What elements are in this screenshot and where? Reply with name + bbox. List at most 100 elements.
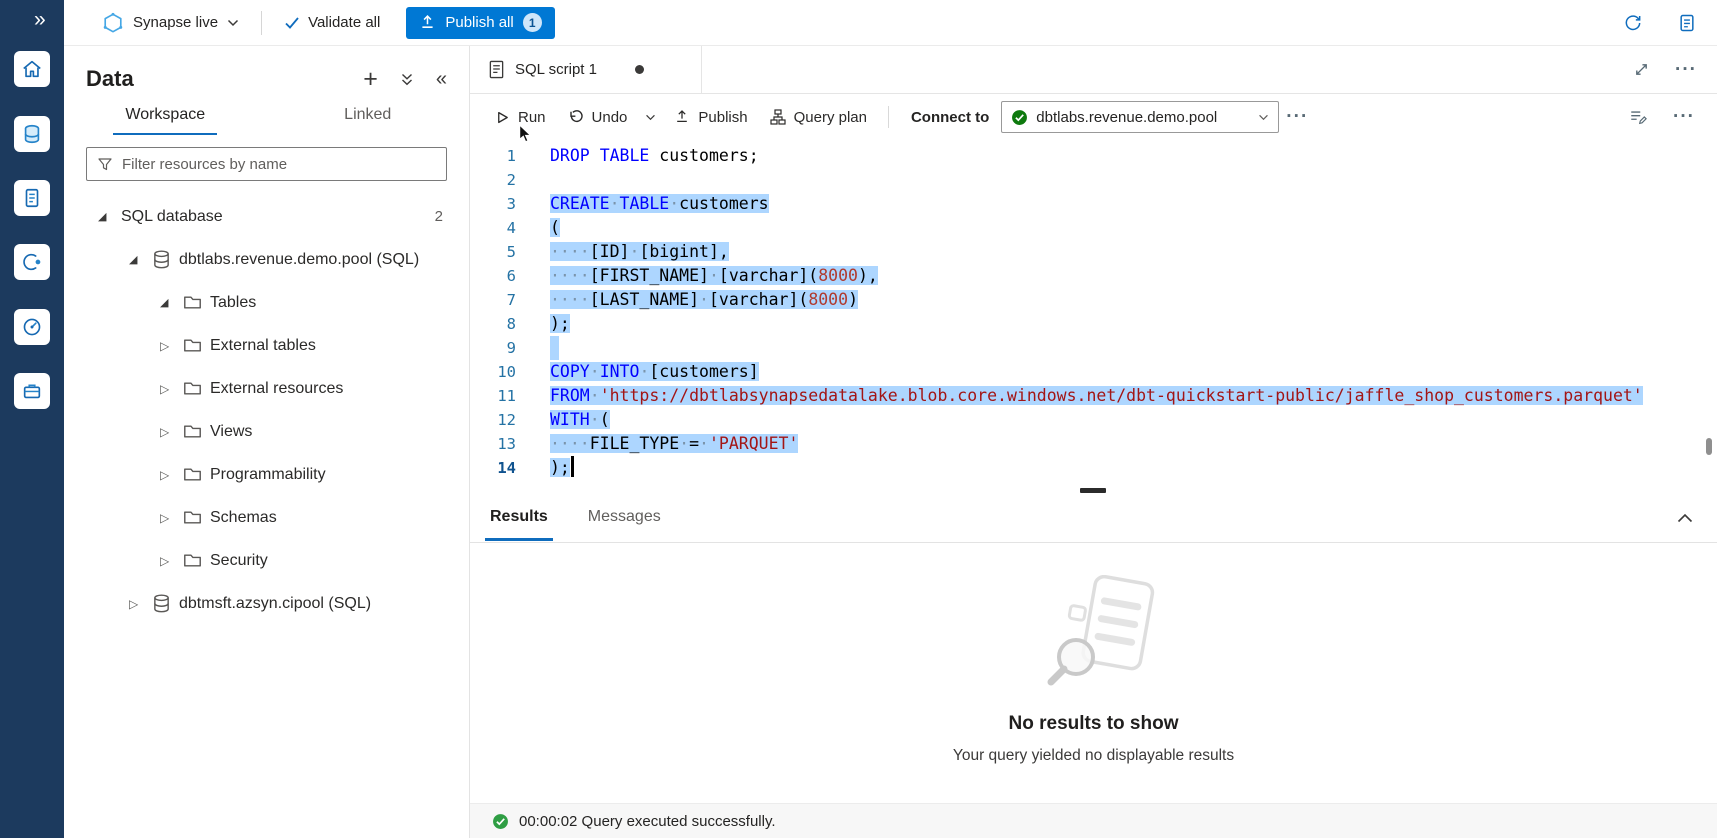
scrollbar-thumb[interactable] <box>1706 438 1712 455</box>
expand-twisty-icon[interactable]: ▷ <box>160 339 183 353</box>
validate-all-button[interactable]: Validate all <box>284 14 380 31</box>
database-icon-wrapper <box>152 250 179 269</box>
code-line[interactable]: 9 <box>470 336 1717 360</box>
run-button[interactable]: Run <box>484 100 557 134</box>
collapse-panel-button[interactable]: « <box>436 70 447 88</box>
tab-workspace[interactable]: Workspace <box>64 98 267 135</box>
tree-item-label: External resources <box>210 380 343 398</box>
selection-highlight: COPY·INTO·[customers] <box>550 362 759 381</box>
tab-linked[interactable]: Linked <box>267 98 470 135</box>
expand-editor-button[interactable] <box>1634 62 1649 77</box>
collapse-twisty-icon[interactable]: ◢ <box>160 296 183 309</box>
refresh-button[interactable] <box>1623 13 1643 33</box>
knowledge-center-button[interactable] <box>1677 13 1697 33</box>
publish-all-label: Publish all <box>445 14 513 31</box>
selection-highlight: ····[LAST_NAME]·[varchar](8000) <box>550 290 858 309</box>
line-number: 4 <box>470 216 516 240</box>
tab-messages[interactable]: Messages <box>580 494 669 541</box>
tree-item[interactable]: ◢Tables <box>64 281 469 324</box>
nav-monitor-button[interactable] <box>14 309 50 345</box>
pool-selector[interactable]: dbtlabs.revenue.demo.pool <box>1001 101 1279 133</box>
tree-item[interactable]: ▷Schemas <box>64 496 469 539</box>
divider <box>261 11 262 35</box>
tree-item[interactable]: ▷External tables <box>64 324 469 367</box>
code-line[interactable]: 14); <box>470 456 1717 480</box>
tree-item[interactable]: ▷Programmability <box>64 453 469 496</box>
code-line[interactable]: 4( <box>470 216 1717 240</box>
expand-nav-button[interactable]: » <box>34 9 44 30</box>
code-line[interactable]: 6····[FIRST_NAME]·[varchar](8000), <box>470 264 1717 288</box>
line-content <box>550 336 559 360</box>
tree-item[interactable]: ▷ External resources <box>64 367 469 410</box>
tree-item[interactable]: ◢SQL database2 <box>64 195 469 238</box>
folder-icon-wrapper <box>183 379 210 398</box>
divider <box>888 106 889 128</box>
publish-button[interactable]: Publish <box>663 100 758 134</box>
resource-tree: ◢SQL database2◢dbtlabs.revenue.demo.pool… <box>64 195 469 625</box>
expand-twisty-icon[interactable]: ▷ <box>160 554 183 568</box>
success-check-icon <box>492 813 509 830</box>
tab-linked-label: Linked <box>332 106 403 135</box>
tree-item-label: Views <box>210 423 252 441</box>
nav-manage-button[interactable] <box>14 373 50 409</box>
code-line[interactable]: 7····[LAST_NAME]·[varchar](8000) <box>470 288 1717 312</box>
code-line[interactable]: 10COPY·INTO·[customers] <box>470 360 1717 384</box>
publish-all-button[interactable]: Publish all 1 <box>406 7 554 39</box>
tree-item-label: dbtmsft.azsyn.cipool (SQL) <box>179 595 371 613</box>
collapse-all-button[interactable] <box>400 72 414 87</box>
chevron-down-icon <box>645 114 656 121</box>
environment-switcher[interactable]: Synapse live <box>102 12 239 34</box>
refresh-icon <box>1623 13 1643 33</box>
tree-item[interactable]: ▷ Views <box>64 410 469 453</box>
code-line[interactable]: 8); <box>470 312 1717 336</box>
synapse-logo-icon <box>102 12 124 34</box>
toolbar-more-button[interactable]: ··· <box>1279 100 1315 134</box>
nav-integrate-button[interactable] <box>14 244 50 280</box>
tab-sql-script[interactable]: SQL script 1 <box>470 46 702 93</box>
tab-more-button[interactable]: ··· <box>1675 66 1697 74</box>
collapse-twisty-icon[interactable]: ◢ <box>98 210 121 223</box>
expand-twisty-icon[interactable]: ▷ <box>160 468 183 482</box>
line-content: ····[ID]·[bigint], <box>550 240 729 264</box>
undo-dropdown-button[interactable] <box>638 100 663 134</box>
collapse-results-button[interactable] <box>1677 513 1693 523</box>
expand-twisty-icon[interactable]: ▷ <box>160 382 183 396</box>
add-resource-button[interactable]: + <box>363 70 378 88</box>
selection-highlight: ); <box>550 314 570 333</box>
environment-label: Synapse live <box>133 14 218 31</box>
monitor-icon <box>21 316 43 338</box>
code-line[interactable]: 13····FILE_TYPE·=·'PARQUET' <box>470 432 1717 456</box>
nav-develop-button[interactable] <box>14 180 50 216</box>
publish-count-badge: 1 <box>523 13 542 32</box>
selection-highlight: WITH·( <box>550 410 610 429</box>
code-editor[interactable]: 1DROP TABLE customers;23CREATE·TABLE·cus… <box>470 140 1717 487</box>
line-number: 12 <box>470 408 516 432</box>
expand-twisty-icon[interactable]: ▷ <box>129 597 152 611</box>
expand-twisty-icon[interactable]: ▷ <box>160 511 183 525</box>
filter-input[interactable] <box>122 156 436 173</box>
doc-tab-title: SQL script 1 <box>515 61 597 78</box>
code-line[interactable]: 5····[ID]·[bigint], <box>470 240 1717 264</box>
query-plan-button[interactable]: Query plan <box>759 100 878 134</box>
editor-more-button[interactable]: ··· <box>1673 113 1695 121</box>
code-line[interactable]: 11FROM·'https://dbtlabsynapsedatalake.bl… <box>470 384 1717 408</box>
selection-highlight: ); <box>550 458 570 477</box>
selection-highlight: ····FILE_TYPE·=·'PARQUET' <box>550 434 798 453</box>
collapse-twisty-icon[interactable]: ◢ <box>129 253 152 266</box>
undo-button[interactable]: Undo <box>557 100 639 134</box>
tree-item[interactable]: ▷Security <box>64 539 469 582</box>
expand-twisty-icon[interactable]: ▷ <box>160 425 183 439</box>
code-line[interactable]: 3CREATE·TABLE·customers <box>470 192 1717 216</box>
unsaved-indicator <box>635 65 644 74</box>
tree-item[interactable]: ▷ dbtmsft.azsyn.cipool (SQL) <box>64 582 469 625</box>
code-line[interactable]: 1DROP TABLE customers; <box>470 144 1717 168</box>
tree-item[interactable]: ◢dbtlabs.revenue.demo.pool (SQL) <box>64 238 469 281</box>
manage-icon <box>21 380 43 402</box>
code-line[interactable]: 12 WITH·( <box>470 408 1717 432</box>
nav-data-button[interactable] <box>14 116 50 152</box>
view-settings-button[interactable] <box>1629 108 1647 126</box>
nav-home-button[interactable] <box>14 51 50 87</box>
tab-results[interactable]: Results <box>482 494 556 541</box>
tree-item-count: 2 <box>435 208 443 225</box>
code-line[interactable]: 2 <box>470 168 1717 192</box>
